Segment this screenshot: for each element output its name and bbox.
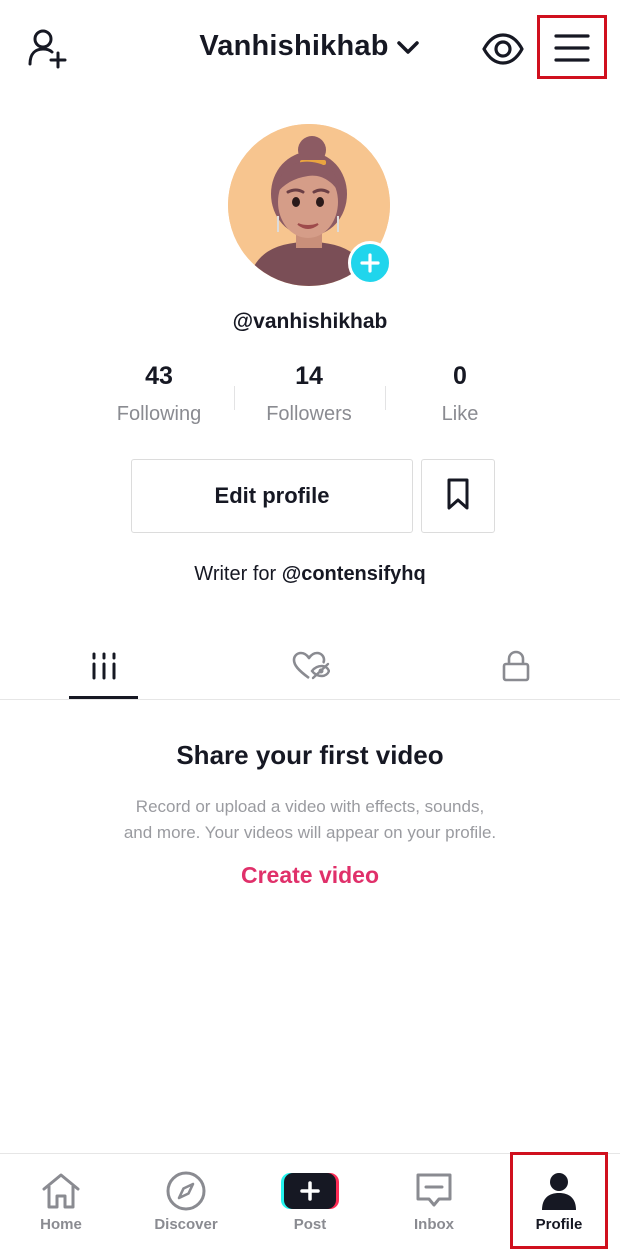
- edit-profile-button[interactable]: Edit profile: [131, 459, 413, 533]
- chevron-down-icon: [396, 30, 419, 63]
- stat-likes[interactable]: 0 Like: [385, 362, 535, 426]
- account-switcher[interactable]: Vanhishikhab: [0, 30, 620, 63]
- nav-profile[interactable]: Profile: [509, 1170, 609, 1233]
- tab-liked[interactable]: [276, 646, 346, 690]
- liked-hidden-icon: [292, 651, 331, 686]
- hamburger-menu-icon[interactable]: [552, 28, 592, 68]
- tab-videos[interactable]: [69, 646, 139, 690]
- home-icon: [11, 1170, 111, 1212]
- stat-label: Following: [116, 403, 202, 425]
- bookmark-icon: [443, 477, 473, 516]
- stat-value: 0: [453, 362, 467, 390]
- nav-label: Profile: [535, 1216, 583, 1233]
- nav-label: Inbox: [414, 1216, 454, 1233]
- nav-discover[interactable]: Discover: [136, 1170, 236, 1233]
- create-video-link[interactable]: Create video: [0, 862, 620, 889]
- stat-value: 43: [145, 362, 173, 390]
- bio-mention[interactable]: @contensifyhq: [282, 563, 426, 585]
- profile-bio: Writer for @contensifyhq: [0, 563, 620, 586]
- profile-handle: @vanhishikhab: [232, 310, 388, 333]
- nav-post[interactable]: Post: [260, 1170, 360, 1233]
- eye-icon[interactable]: [480, 26, 526, 72]
- stat-value: 14: [295, 362, 323, 390]
- bookmark-button[interactable]: [421, 459, 495, 533]
- empty-state-title: Share your first video: [176, 740, 444, 770]
- username-title: Vanhishikhab: [199, 30, 389, 62]
- nav-label: Discover: [154, 1216, 218, 1233]
- tab-private[interactable]: [481, 646, 551, 690]
- compass-icon: [136, 1170, 236, 1212]
- tabs-divider: [0, 699, 620, 700]
- bio-text: Writer for: [194, 563, 282, 585]
- nav-home[interactable]: Home: [11, 1170, 111, 1233]
- stat-label: Like: [441, 403, 479, 425]
- stat-label: Followers: [266, 403, 352, 425]
- lock-icon: [501, 650, 531, 687]
- nav-label: Home: [40, 1216, 82, 1233]
- videos-grid-icon: [89, 652, 119, 685]
- inbox-icon: [384, 1170, 484, 1212]
- description-line: and more. Your videos will appear on you…: [123, 823, 497, 842]
- stat-followers[interactable]: 14 Followers: [234, 362, 384, 426]
- post-plus-icon: [260, 1170, 360, 1212]
- empty-state-description: Record or upload a video with effects, s…: [60, 794, 560, 846]
- nav-inbox[interactable]: Inbox: [384, 1170, 484, 1233]
- stat-following[interactable]: 43 Following: [84, 362, 234, 426]
- nav-label: Post: [293, 1216, 327, 1233]
- plus-icon[interactable]: [348, 241, 392, 285]
- profile-icon: [509, 1170, 609, 1212]
- description-line: Record or upload a video with effects, s…: [135, 797, 485, 816]
